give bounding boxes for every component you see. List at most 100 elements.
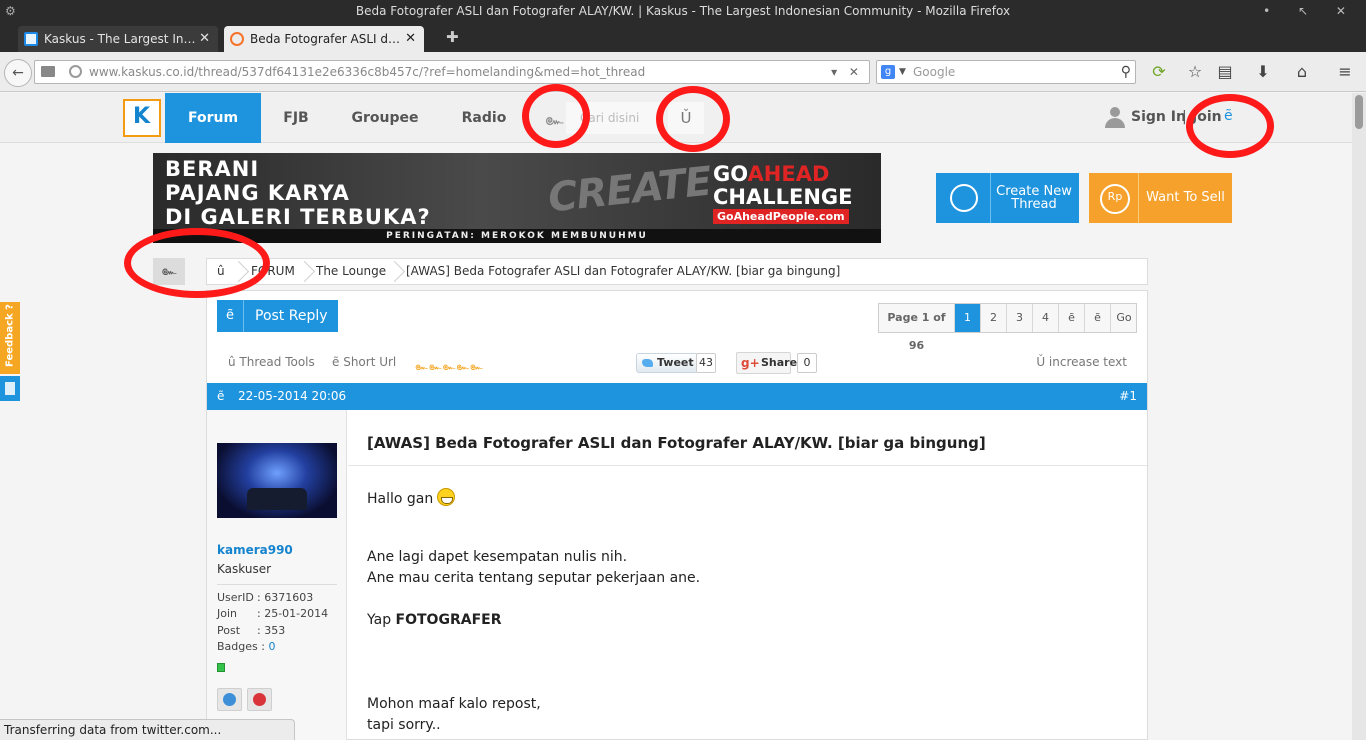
download-icon[interactable]: ⬇: [1252, 60, 1274, 84]
window-titlebar: ⚙ Beda Fotografer ASLI dan Fotografer AL…: [0, 0, 1366, 22]
banner-brand: GOAHEAD CHALLENGE: [713, 163, 853, 209]
reply-icon: ẽ: [217, 300, 244, 332]
google-plus-share-button[interactable]: Share: [736, 352, 797, 374]
addon-refresh-icon[interactable]: ⟳: [1148, 60, 1170, 84]
new-tab-icon[interactable]: ✚: [446, 28, 459, 46]
increase-text-button[interactable]: Ǔ increase text: [1036, 355, 1127, 369]
promo-banner[interactable]: CREATE BERANI PAJANG KARYA DI GALERI TER…: [153, 153, 881, 243]
share-count: 0: [797, 353, 817, 373]
scrollbar-thumb[interactable]: [1355, 95, 1363, 129]
home-icon[interactable]: ⌂: [1291, 60, 1313, 84]
nav-radio[interactable]: Radio: [455, 93, 513, 143]
user-icon: [1104, 107, 1126, 129]
tab-kaskus-home[interactable]: Kaskus - The Largest Indonesian Communit…: [18, 26, 218, 52]
want-to-sell-button[interactable]: Want To Sell: [1089, 173, 1232, 223]
post-line: tapi sorry..: [367, 717, 441, 733]
menu-icon[interactable]: ≡: [1334, 60, 1356, 84]
create-thread-button[interactable]: Create New Thread: [936, 173, 1079, 223]
feedback-label: Feedback ?: [4, 304, 16, 367]
tweet-button[interactable]: Tweet: [636, 353, 698, 373]
avatar[interactable]: [217, 443, 337, 518]
thread-rating-stars: ๛๛๛๛๛: [415, 360, 484, 373]
google-engine-icon[interactable]: g: [881, 65, 895, 79]
feedback-widget-icon[interactable]: [0, 376, 20, 401]
tab-close-icon[interactable]: ✕: [199, 26, 210, 52]
page-link-3[interactable]: 3: [1007, 304, 1033, 332]
post-title: [AWAS] Beda Fotografer ASLI dan Fotograf…: [367, 434, 986, 452]
window-controls[interactable]: • ↖ ✕: [1263, 0, 1358, 22]
back-button[interactable]: ←: [4, 59, 32, 87]
browser-status-bar: Transferring data from twitter.com...: [0, 719, 295, 740]
post-line: Ane mau cerita tentang seputar pekerjaan…: [367, 570, 701, 586]
chevron-down-icon[interactable]: ▼: [899, 61, 906, 83]
nav-fjb[interactable]: FJB: [271, 93, 321, 143]
breadcrumb-lounge[interactable]: The Lounge: [316, 259, 386, 284]
tweet-count: 43: [696, 353, 716, 373]
bookmarks-list-icon[interactable]: ▤: [1214, 60, 1236, 84]
post-divider: [348, 465, 1147, 466]
post-date: 22-05-2014 20:06: [238, 389, 347, 403]
want-to-sell-label: Want To Sell: [1146, 190, 1225, 205]
thread-tools-menu[interactable]: û Thread Tools: [228, 355, 315, 369]
address-bar[interactable]: www.kaskus.co.id/thread/537df64131e2e633…: [34, 60, 870, 84]
rupiah-icon: [1089, 173, 1139, 223]
post-permalink[interactable]: #1: [1119, 383, 1137, 410]
user-rank: Kaskuser: [217, 562, 272, 576]
breadcrumb-thread: [AWAS] Beda Fotografer ASLI dan Fotograf…: [406, 264, 841, 278]
window-menu-icon[interactable]: ⚙: [5, 0, 16, 22]
post-line-greeting: Hallo gan: [367, 485, 456, 507]
user-stat-post: Post: 353: [217, 624, 286, 637]
banner-art-text: CREATE: [546, 158, 714, 222]
search-placeholder: Google: [913, 65, 956, 79]
tab-thread[interactable]: Beda Fotografer ASLI dan Fotografer ALAY…: [224, 26, 424, 52]
sign-in-link[interactable]: Sign In: [1131, 109, 1186, 125]
nav-forum[interactable]: Forum: [165, 93, 261, 143]
report-icon: [253, 693, 266, 706]
page-link-4[interactable]: 4: [1033, 304, 1059, 332]
user-profile-panel: kamera990 Kaskuser UserID: 6371603 Join:…: [207, 410, 347, 740]
brand-go: GO: [713, 162, 748, 186]
breadcrumb: û FORUM The Lounge [AWAS] Beda Fotografe…: [206, 258, 1148, 285]
page-count-label: Page 1 of 96: [879, 304, 955, 352]
smiley-icon: [223, 693, 236, 706]
post-line: Ane lagi dapet kesempatan nulis nih.: [367, 549, 628, 565]
kaskus-logo[interactable]: [123, 99, 161, 137]
url-text[interactable]: www.kaskus.co.id/thread/537df64131e2e633…: [89, 61, 645, 83]
online-status-indicator: [217, 663, 225, 672]
banner-headline-line: BERANI: [165, 157, 260, 181]
nav-groupee[interactable]: Groupee: [345, 93, 425, 143]
page-link-2[interactable]: 2: [981, 304, 1007, 332]
bookmark-star-icon[interactable]: ☆: [1184, 60, 1206, 84]
annotation-circle: [656, 86, 730, 152]
annotation-circle: [1186, 94, 1274, 158]
page-info-icon[interactable]: [41, 66, 55, 77]
report-button[interactable]: [247, 688, 272, 711]
grin-emoticon-icon: [437, 488, 456, 506]
post-reply-label: Post Reply: [255, 308, 328, 324]
banner-headline-line: PAJANG KARYA: [165, 181, 350, 205]
send-message-button[interactable]: [217, 688, 242, 711]
loading-spinner-icon: [230, 32, 244, 46]
annotation-circle: [124, 228, 270, 298]
tab-close-icon[interactable]: ✕: [405, 26, 416, 52]
profile-divider: [217, 584, 337, 585]
feedback-tab[interactable]: Feedback ?: [0, 302, 20, 374]
page-link-1[interactable]: 1: [955, 304, 981, 332]
username-link[interactable]: kamera990: [217, 543, 293, 557]
banner-url: GoAheadPeople.com: [713, 209, 849, 224]
brand-ahead: AHEAD: [747, 162, 830, 186]
search-icon[interactable]: ⚲: [1121, 61, 1131, 83]
next-page-icon[interactable]: ẽ: [1059, 304, 1085, 332]
page-scrollbar[interactable]: [1352, 93, 1366, 740]
go-page-button[interactable]: Go: [1111, 304, 1137, 332]
post-reply-button[interactable]: ẽ Post Reply: [217, 300, 338, 332]
badges-link[interactable]: 0: [268, 640, 275, 653]
short-url-link[interactable]: ẽ Short Url: [332, 355, 396, 369]
tab-label: Kaskus - The Largest Indonesian Communit…: [44, 32, 198, 46]
last-page-icon[interactable]: ẽ: [1085, 304, 1111, 332]
pencil-icon: [936, 173, 991, 223]
post-line-yap: Yap FOTOGRAFER: [367, 612, 502, 628]
url-dropdown-stop-icon[interactable]: ▾ ✕: [831, 61, 863, 83]
annotation-circle: [522, 84, 590, 148]
search-bar[interactable]: g ▼ Google ⚲: [876, 60, 1136, 84]
